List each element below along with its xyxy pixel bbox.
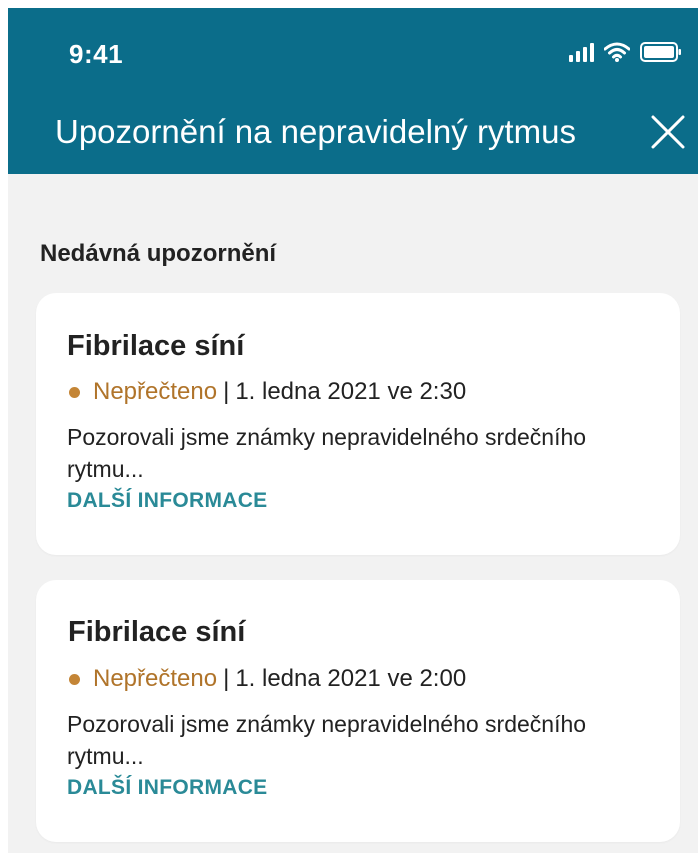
alert-status: Nepřečteno: [93, 378, 218, 405]
alert-title: Fibrilace síní: [68, 616, 246, 648]
app-screen: 9:41 Upozornění na nepravidelný rytmus N…: [8, 8, 698, 853]
meta-separator: |: [223, 665, 230, 692]
section-heading: Nedávná upozornění: [40, 240, 277, 267]
alert-datetime: 1. ledna 2021 ve 2:30: [235, 378, 467, 405]
more-info-link[interactable]: DALŠÍ INFORMACE: [67, 776, 268, 800]
wifi-icon: [604, 42, 630, 62]
alert-meta: Nepřečteno | 1. ledna 2021 ve 2:30: [69, 378, 466, 406]
alert-status: Nepřečteno: [93, 665, 218, 692]
unread-dot-icon: [69, 673, 80, 685]
battery-icon: [640, 42, 682, 62]
alert-meta: Nepřečteno | 1. ledna 2021 ve 2:00: [69, 665, 466, 693]
alert-datetime: 1. ledna 2021 ve 2:00: [235, 665, 467, 692]
status-icons: [569, 42, 682, 62]
unread-dot-icon: [69, 386, 80, 398]
cellular-signal-icon: [569, 42, 594, 62]
alert-description: Pozorovali jsme známky nepravidelného sr…: [67, 424, 587, 482]
alert-title: Fibrilace síní: [67, 330, 245, 362]
close-button[interactable]: [650, 114, 686, 150]
page-title: Upozornění na nepravidelný rytmus: [55, 113, 576, 150]
app-header: 9:41 Upozornění na nepravidelný rytmus: [8, 8, 698, 174]
meta-separator: |: [223, 378, 230, 405]
close-icon: [651, 115, 685, 149]
alert-card[interactable]: Fibrilace síní Nepřečteno | 1. ledna 202…: [36, 580, 680, 842]
more-info-link[interactable]: DALŠÍ INFORMACE: [67, 489, 268, 513]
alert-description: Pozorovali jsme známky nepravidelného sr…: [67, 711, 587, 769]
alert-card[interactable]: Fibrilace síní Nepřečteno | 1. ledna 202…: [36, 293, 680, 555]
status-time: 9:41: [69, 39, 124, 69]
